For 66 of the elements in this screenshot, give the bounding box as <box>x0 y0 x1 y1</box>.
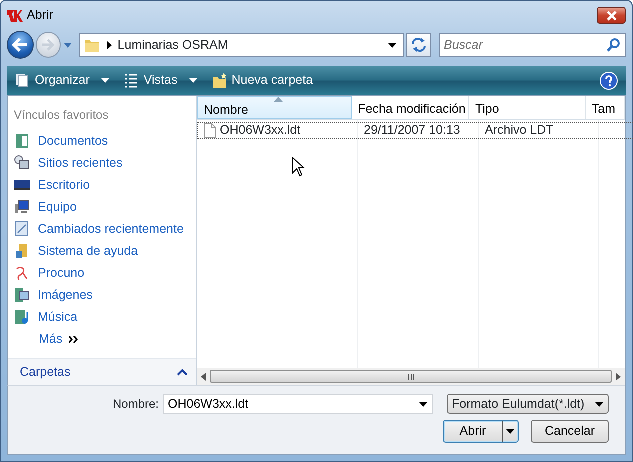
sidebar-item[interactable]: Procuno <box>8 262 196 284</box>
help-system-icon <box>14 243 30 259</box>
cancel-button[interactable]: Cancelar <box>531 420 609 443</box>
dropdown-caret-icon <box>100 78 110 83</box>
forward-arrow-icon <box>41 39 56 51</box>
close-button[interactable] <box>597 7 626 24</box>
breadcrumb-arrow-icon[interactable] <box>106 40 112 50</box>
search-box[interactable]: Buscar <box>439 33 626 57</box>
sidebar-item[interactable]: Equipo <box>8 196 196 218</box>
recent-places-icon <box>14 155 30 171</box>
name-label: Nombre: <box>112 396 159 413</box>
table-cell-text: Archivo LDT <box>485 122 554 140</box>
scroll-left-icon[interactable] <box>201 372 206 380</box>
folders-toggle[interactable]: Carpetas <box>8 358 196 385</box>
column-header[interactable]: Nombre <box>197 96 352 119</box>
folder-icon <box>84 37 100 53</box>
desktop-icon <box>14 177 30 193</box>
table-cell-text: 29/11/2007 10:13 <box>364 122 460 140</box>
file-name: OH06W3xx.ldt <box>220 122 301 140</box>
double-chevron-icon <box>68 336 78 342</box>
dropdown-caret-icon[interactable] <box>506 429 515 434</box>
close-icon <box>606 10 618 20</box>
search-icon[interactable] <box>607 38 621 52</box>
file-type-dropdown[interactable]: Formato Eulumdat(*.ldt) <box>447 394 609 414</box>
help-icon[interactable] <box>600 72 618 90</box>
scroll-right-icon[interactable] <box>616 372 621 380</box>
back-button[interactable] <box>7 31 34 59</box>
window-title: Abrir <box>27 7 54 24</box>
pictures-icon <box>14 287 30 303</box>
sidebar-item[interactable]: Música <box>8 306 196 328</box>
sidebar-item[interactable]: Escritorio <box>8 174 196 196</box>
computer-icon <box>14 199 30 215</box>
open-button[interactable]: Abrir <box>443 420 519 443</box>
views-button[interactable]: Vistas <box>124 71 198 90</box>
sidebar-item[interactable]: Documentos <box>8 130 196 152</box>
more-link[interactable]: Más <box>8 328 196 350</box>
refresh-icon <box>410 38 427 52</box>
organize-button[interactable]: Organizar <box>15 71 110 90</box>
horizontal-scrollbar[interactable] <box>197 368 625 385</box>
app-logo-icon <box>7 8 23 22</box>
dropdown-caret-icon <box>188 78 198 83</box>
dropdown-caret-icon[interactable] <box>419 402 428 406</box>
sidebar-heading: Vínculos favoritos <box>13 107 110 124</box>
file-name-combo[interactable]: OH06W3xx.ldt <box>163 394 433 414</box>
refresh-button[interactable] <box>406 33 431 57</box>
mouse-cursor-icon <box>292 157 305 177</box>
history-dropdown-icon[interactable] <box>62 41 73 49</box>
sidebar-item[interactable]: Cambiados recientemente <box>8 218 196 240</box>
sidebar-item[interactable]: Sistema de ayuda <box>8 240 196 262</box>
recent-changes-icon <box>14 221 30 237</box>
music-icon <box>14 309 30 325</box>
back-arrow-icon <box>12 38 28 52</box>
organize-icon <box>15 72 30 88</box>
sidebar-item[interactable]: Imágenes <box>8 284 196 306</box>
new-folder-icon <box>212 72 227 88</box>
file-row[interactable]: OH06W3xx.ldt 29/11/2007 10:13 Archivo LDT <box>197 122 633 139</box>
dropdown-caret-icon[interactable] <box>388 42 398 48</box>
documents-icon <box>14 133 30 149</box>
grip-icon <box>408 374 414 380</box>
address-path: Luminarias OSRAM <box>118 36 228 54</box>
sidebar-item[interactable]: Sitios recientes <box>8 152 196 174</box>
address-bar[interactable]: Luminarias OSRAM <box>78 33 404 57</box>
new-folder-button[interactable]: Nueva carpeta <box>212 71 314 90</box>
file-icon <box>204 123 216 138</box>
dropdown-caret-icon <box>595 402 604 406</box>
views-icon <box>124 72 139 88</box>
